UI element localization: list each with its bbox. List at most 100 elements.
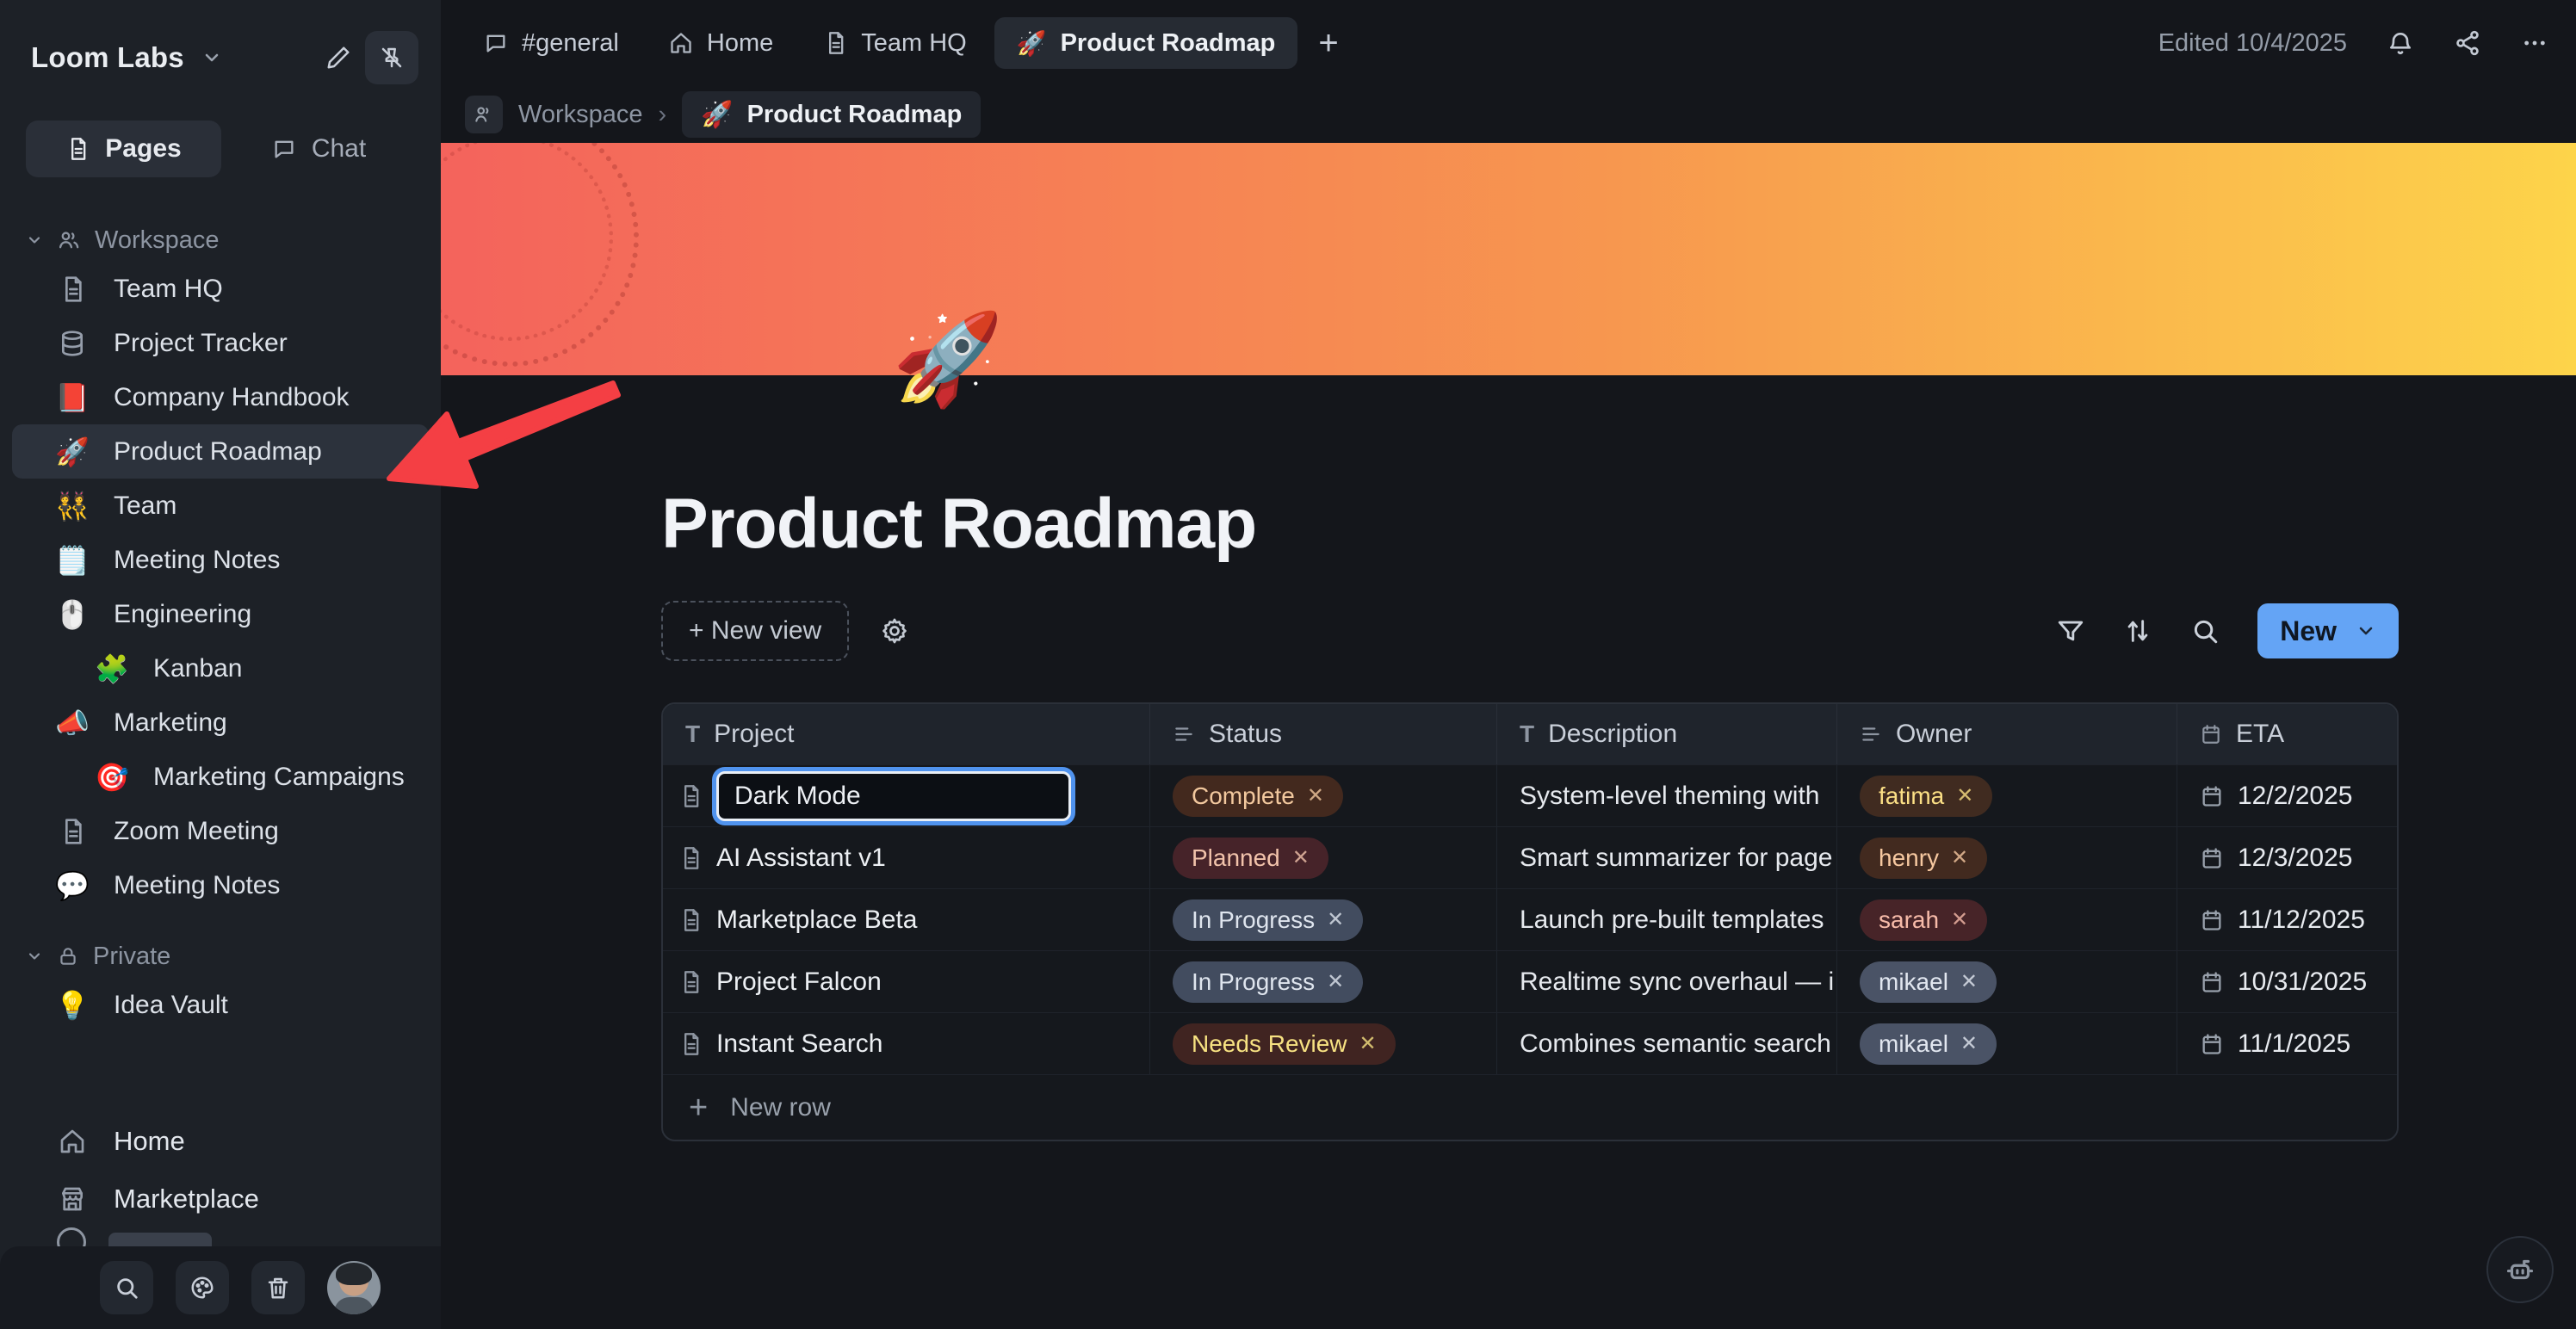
cell-description[interactable]: System-level theming with (1497, 765, 1837, 826)
page-icon-rocket[interactable]: 🚀 (892, 315, 1004, 405)
cell-status[interactable]: Planned✕ (1150, 827, 1497, 888)
cell-status[interactable]: In Progress✕ (1150, 889, 1497, 950)
user-avatar[interactable] (327, 1261, 381, 1314)
column-header-eta[interactable]: ETA (2177, 704, 2397, 764)
sidebar-item-home[interactable]: Home (0, 1112, 441, 1170)
status-pill[interactable]: In Progress✕ (1173, 961, 1363, 1003)
cell-owner[interactable]: sarah✕ (1837, 889, 2177, 950)
status-pill[interactable]: Complete✕ (1173, 776, 1343, 817)
cell-eta[interactable]: 12/2/2025 (2177, 765, 2397, 826)
page-title[interactable]: Product Roadmap (661, 484, 2576, 565)
cell-owner[interactable]: henry✕ (1837, 827, 2177, 888)
cell-status[interactable]: Complete✕ (1150, 765, 1497, 826)
remove-tag-icon[interactable]: ✕ (1951, 845, 1968, 870)
breadcrumb-root[interactable]: Workspace (518, 101, 643, 129)
owner-pill[interactable]: henry✕ (1860, 838, 1987, 879)
cell-description[interactable]: Launch pre-built templates (1497, 889, 1837, 950)
section-workspace[interactable]: Workspace (0, 219, 441, 262)
cell-project[interactable]: Project Falcon (663, 951, 1150, 1012)
remove-tag-icon[interactable]: ✕ (1327, 969, 1344, 994)
cell-eta[interactable]: 11/1/2025 (2177, 1013, 2397, 1074)
sidebar-item-meeting-notes-2[interactable]: 💬 Meeting Notes (0, 858, 441, 912)
new-tab-button[interactable]: + (1303, 17, 1353, 69)
tab-home[interactable]: Home (647, 17, 796, 69)
tab-product-roadmap[interactable]: 🚀 Product Roadmap (994, 17, 1298, 69)
chat-tab[interactable]: Chat (221, 121, 417, 177)
cell-description[interactable]: Combines semantic search (1497, 1013, 1837, 1074)
search-button[interactable] (100, 1261, 153, 1314)
sidebar-item-meeting-notes[interactable]: 🗒️ Meeting Notes (0, 533, 441, 587)
cell-project[interactable]: AI Assistant v1 (663, 827, 1150, 888)
cell-eta[interactable]: 11/12/2025 (2177, 889, 2397, 950)
new-row-button[interactable]: + New row (663, 1074, 2397, 1140)
section-private[interactable]: Private (0, 935, 441, 978)
sidebar-item-project-tracker[interactable]: Project Tracker (0, 316, 441, 370)
sidebar-item-marketing-campaigns[interactable]: 🎯 Marketing Campaigns (0, 750, 441, 804)
column-header-description[interactable]: T Description (1497, 704, 1837, 764)
share-button[interactable] (2454, 29, 2481, 57)
cell-description[interactable]: Smart summarizer for page (1497, 827, 1837, 888)
project-cell-editor[interactable]: Dark Mode (716, 771, 1071, 821)
cell-owner[interactable]: fatima✕ (1837, 765, 2177, 826)
sort-button[interactable] (2123, 616, 2152, 646)
sidebar-item-company-handbook[interactable]: 📕 Company Handbook (0, 370, 441, 424)
cell-status[interactable]: Needs Review✕ (1150, 1013, 1497, 1074)
owner-pill[interactable]: mikael✕ (1860, 1023, 1997, 1065)
tab-team-hq[interactable]: Team HQ (801, 17, 988, 69)
cell-project[interactable]: Instant Search (663, 1013, 1150, 1074)
owner-pill[interactable]: mikael✕ (1860, 961, 1997, 1003)
sidebar-item-marketplace[interactable]: Marketplace (0, 1170, 441, 1227)
sidebar-item-zoom-meeting[interactable]: Zoom Meeting (0, 804, 441, 858)
cell-eta[interactable]: 12/3/2025 (2177, 827, 2397, 888)
pages-tab[interactable]: Pages (26, 121, 221, 177)
status-pill[interactable]: Needs Review✕ (1173, 1023, 1396, 1065)
page-cover-banner[interactable] (441, 143, 2576, 375)
sidebar-item-marketing[interactable]: 📣 Marketing (0, 695, 441, 750)
more-menu-button[interactable] (2521, 29, 2548, 57)
column-header-status[interactable]: Status (1150, 704, 1497, 764)
cell-owner[interactable]: mikael✕ (1837, 951, 2177, 1012)
cell-owner[interactable]: mikael✕ (1837, 1013, 2177, 1074)
owner-pill[interactable]: fatima✕ (1860, 776, 1992, 817)
status-pill[interactable]: In Progress✕ (1173, 899, 1363, 941)
trash-button[interactable] (251, 1261, 305, 1314)
cell-project[interactable]: Marketplace Beta (663, 889, 1150, 950)
new-view-button[interactable]: + New view (661, 601, 849, 661)
status-pill[interactable]: Planned✕ (1173, 838, 1328, 879)
remove-tag-icon[interactable]: ✕ (1292, 845, 1310, 870)
remove-tag-icon[interactable]: ✕ (1956, 783, 1973, 808)
workspace-icon[interactable] (465, 96, 503, 133)
sidebar-item-team[interactable]: 👯 Team (0, 479, 441, 533)
theme-button[interactable] (176, 1261, 229, 1314)
remove-tag-icon[interactable]: ✕ (1307, 783, 1324, 808)
remove-tag-icon[interactable]: ✕ (1960, 1031, 1978, 1056)
filter-button[interactable] (2056, 616, 2085, 646)
search-table-button[interactable] (2190, 616, 2220, 646)
notifications-button[interactable] (2387, 29, 2414, 57)
remove-tag-icon[interactable]: ✕ (1951, 907, 1968, 932)
assistant-button[interactable] (2486, 1236, 2554, 1303)
remove-tag-icon[interactable]: ✕ (1327, 907, 1344, 932)
chevron-down-icon[interactable] (201, 47, 222, 68)
owner-pill[interactable]: sarah✕ (1860, 899, 1987, 941)
cell-status[interactable]: In Progress✕ (1150, 951, 1497, 1012)
sidebar-item-kanban[interactable]: 🧩 Kanban (0, 641, 441, 695)
remove-tag-icon[interactable]: ✕ (1359, 1031, 1377, 1056)
tab-general[interactable]: #general (461, 17, 641, 69)
sidebar-item-idea-vault[interactable]: 💡 Idea Vault (0, 978, 441, 1032)
column-header-project[interactable]: T Project (663, 704, 1150, 764)
sidebar-item-team-hq[interactable]: Team HQ (0, 262, 441, 316)
edit-button[interactable] (312, 31, 365, 84)
breadcrumb-current[interactable]: 🚀 Product Roadmap (682, 91, 981, 138)
sidebar-item-product-roadmap[interactable]: 🚀 Product Roadmap (12, 424, 429, 479)
sidebar-item-engineering[interactable]: 🖱️ Engineering (0, 587, 441, 641)
new-record-button[interactable]: New (2257, 603, 2399, 658)
view-settings-button[interactable] (880, 616, 909, 646)
cell-description[interactable]: Realtime sync overhaul — i (1497, 951, 1837, 1012)
remove-tag-icon[interactable]: ✕ (1960, 969, 1978, 994)
cell-eta[interactable]: 10/31/2025 (2177, 951, 2397, 1012)
cell-project[interactable]: Dark Mode (663, 765, 1150, 826)
unpin-sidebar-button[interactable] (365, 31, 418, 84)
column-header-owner[interactable]: Owner (1837, 704, 2177, 764)
workspace-switcher[interactable]: Loom Labs (31, 41, 184, 74)
